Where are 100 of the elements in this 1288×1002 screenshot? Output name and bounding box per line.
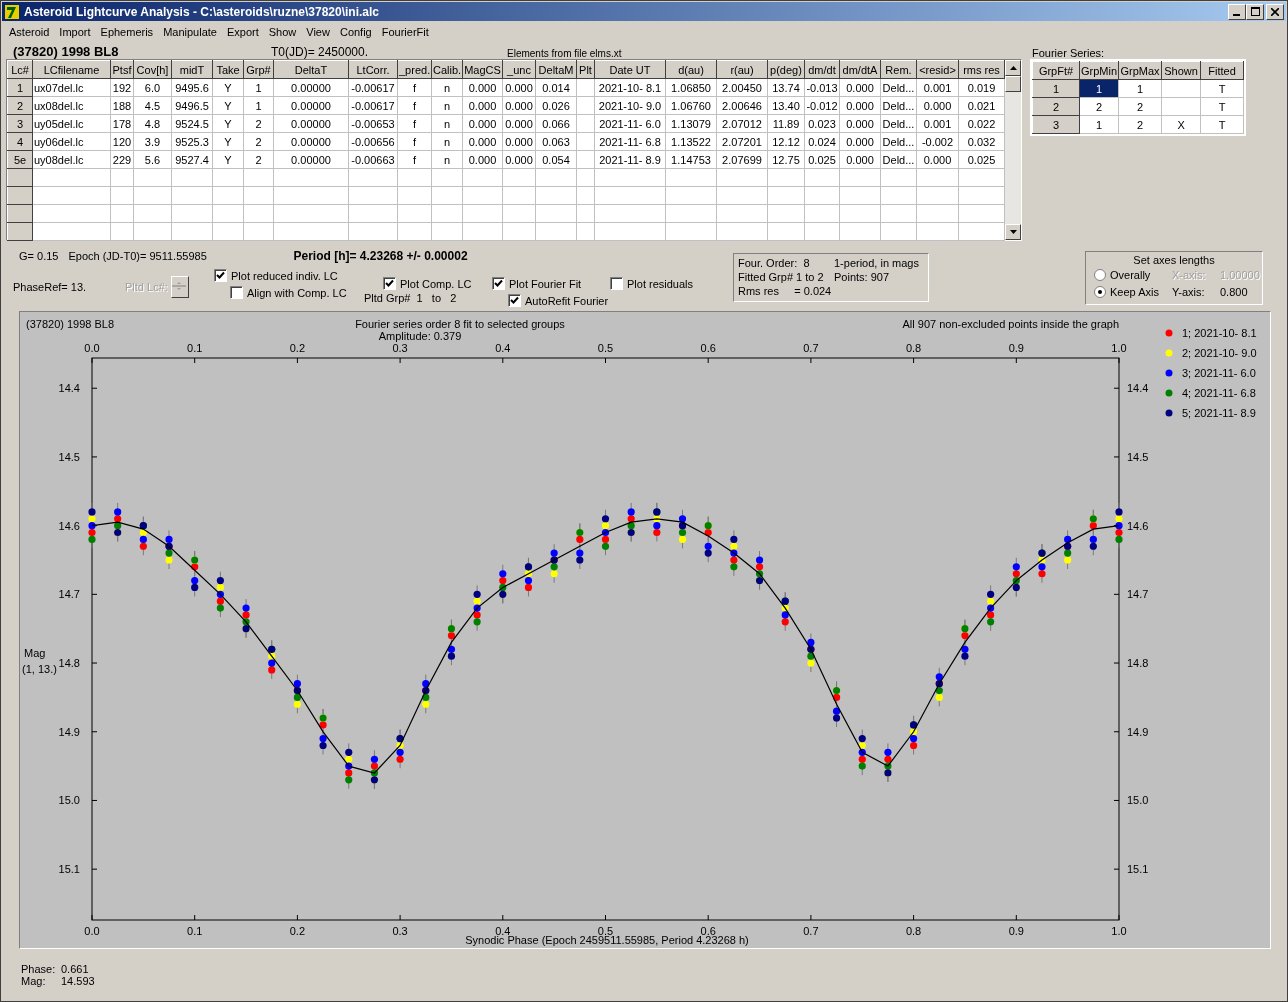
- table-cell: -0.00663: [348, 150, 398, 169]
- column-header[interactable]: GrpMax: [1118, 61, 1162, 80]
- table-cell: f: [397, 150, 432, 169]
- column-header[interactable]: d(au): [665, 60, 717, 79]
- table-cell: 0.00000: [273, 132, 349, 151]
- table-cell[interactable]: X: [1161, 115, 1201, 134]
- column-header[interactable]: MagCS: [462, 60, 503, 79]
- column-header[interactable]: p(deg): [767, 60, 805, 79]
- table-cell: 0.023: [804, 114, 840, 133]
- column-header[interactable]: DeltaT: [273, 60, 349, 79]
- table-cell: 2: [243, 150, 274, 169]
- column-header[interactable]: dm/dtA: [839, 60, 881, 79]
- table-cell: 0.032: [958, 132, 1005, 151]
- fit-info-text: Rms res = 0.024: [738, 285, 833, 297]
- table-cell[interactable]: 1: [1079, 115, 1119, 134]
- table-cell: 0.066: [535, 114, 577, 133]
- tick-label: 0.6: [700, 925, 716, 937]
- tick-label: 0.7: [803, 342, 819, 354]
- table-cell: 0.019: [958, 78, 1005, 97]
- tick-label: 14.9: [58, 725, 80, 738]
- chart-title: (37820) 1998 BL8: [26, 318, 115, 330]
- menu-item[interactable]: Export: [221, 25, 264, 38]
- column-header[interactable]: Cov[h]: [133, 60, 172, 79]
- tick-label: 14.8: [1127, 657, 1149, 670]
- table-cell[interactable]: T: [1200, 97, 1244, 116]
- chart-title: Fourier series order 8 fit to selected groups: [355, 318, 565, 330]
- table-cell[interactable]: 2: [1118, 115, 1162, 134]
- table-cell: 9527.4: [171, 150, 213, 169]
- table-cell: 1.13079: [665, 114, 717, 133]
- table-cell: 188: [110, 96, 134, 115]
- column-header[interactable]: Grp#: [243, 60, 274, 79]
- tick-label: 15.0: [1127, 794, 1149, 807]
- column-header[interactable]: midT: [171, 60, 213, 79]
- panel-title: Fourier Series:: [1032, 46, 1106, 59]
- menu-item[interactable]: Show: [263, 25, 302, 38]
- column-header[interactable]: Shown: [1161, 61, 1201, 80]
- table-cell: n: [431, 96, 463, 115]
- status-value: 0.661: [61, 963, 90, 975]
- column-header[interactable]: Fitted: [1200, 61, 1244, 80]
- tick-label: 0.1: [187, 342, 203, 354]
- checkbox-label[interactable]: Plot Comp. LC: [400, 277, 472, 290]
- fit-info-text: Fitted Grp# 1 to 2: [738, 271, 825, 283]
- column-header[interactable]: LtCorr.: [348, 60, 398, 79]
- menu-item[interactable]: Import: [54, 25, 96, 38]
- column-header[interactable]: GrpMin: [1079, 61, 1119, 80]
- column-header[interactable]: Calib.: [431, 60, 463, 79]
- table-cell[interactable]: 2: [1079, 97, 1119, 116]
- g-value: G= 0.15: [19, 250, 59, 262]
- radio-label[interactable]: Keep Axis: [1110, 285, 1159, 298]
- checkbox-label[interactable]: Align with Comp. LC: [247, 286, 347, 299]
- table-cell: 0.000: [839, 96, 881, 115]
- table-cell: f: [397, 114, 432, 133]
- fit-info-text: Points: 907: [834, 271, 891, 283]
- radio-label[interactable]: Overally: [1110, 268, 1151, 281]
- table-cell: 4.8: [133, 114, 172, 133]
- tick-label: 14.5: [1127, 450, 1149, 463]
- column-header[interactable]: DeltaM: [535, 60, 577, 79]
- menu-item[interactable]: Manipulate: [158, 25, 222, 38]
- phase-ref: PhaseRef= 13.: [13, 281, 88, 295]
- column-header[interactable]: _unc: [502, 60, 536, 79]
- column-header[interactable]: dm/dt: [804, 60, 840, 79]
- checkbox-label[interactable]: Plot Fourier Fit: [509, 277, 582, 290]
- table-cell: 1.13522: [665, 132, 717, 151]
- menu-item[interactable]: Asteroid: [4, 25, 55, 38]
- tick-label: 0.6: [700, 342, 716, 354]
- column-header[interactable]: Ptsf: [110, 60, 134, 79]
- menu-item[interactable]: FourierFit: [376, 25, 434, 38]
- table-cell: -0.00653: [348, 114, 398, 133]
- menu-item[interactable]: Config: [334, 25, 377, 38]
- column-header[interactable]: <resid>: [916, 60, 959, 79]
- table-cell: 2021-10- 9.0: [594, 96, 666, 115]
- column-header[interactable]: _pred.: [397, 60, 432, 79]
- column-header[interactable]: r(au): [716, 60, 768, 79]
- tick-label: 14.4: [1127, 382, 1149, 395]
- table-cell: 13.40: [767, 96, 805, 115]
- tick-label: 0.3: [392, 342, 408, 354]
- column-header[interactable]: Take: [212, 60, 244, 79]
- table-cell[interactable]: 2: [1118, 97, 1162, 116]
- checkbox-label[interactable]: Plot reduced indiv. LC: [231, 269, 338, 282]
- column-header[interactable]: LCfilename: [32, 60, 111, 79]
- tick-label: 14.6: [58, 519, 80, 532]
- table-cell: 12.12: [767, 132, 805, 151]
- menu-item[interactable]: Ephemeris: [95, 25, 159, 38]
- column-header[interactable]: Rem.: [880, 60, 917, 79]
- checkbox-label[interactable]: AutoRefit Fourier: [525, 294, 609, 307]
- table-cell[interactable]: 1: [1118, 79, 1162, 98]
- table-cell: 2021-11- 6.0: [594, 114, 666, 133]
- table-cell: Deld...: [880, 132, 917, 151]
- column-header[interactable]: Lc#: [7, 60, 33, 79]
- table-cell: 0.026: [535, 96, 577, 115]
- menu-item[interactable]: View: [301, 25, 335, 38]
- checkbox-label[interactable]: Plot residuals: [627, 277, 694, 290]
- table-cell[interactable]: T: [1200, 115, 1244, 134]
- column-header[interactable]: Date UT: [594, 60, 666, 79]
- table-cell: uy06del.lc: [32, 132, 111, 151]
- table-cell: Y: [212, 132, 244, 151]
- column-header[interactable]: GrpFt#: [1032, 61, 1080, 80]
- column-header[interactable]: rms res: [958, 60, 1005, 79]
- table-cell: uy08del.lc: [32, 150, 111, 169]
- table-cell[interactable]: T: [1200, 79, 1244, 98]
